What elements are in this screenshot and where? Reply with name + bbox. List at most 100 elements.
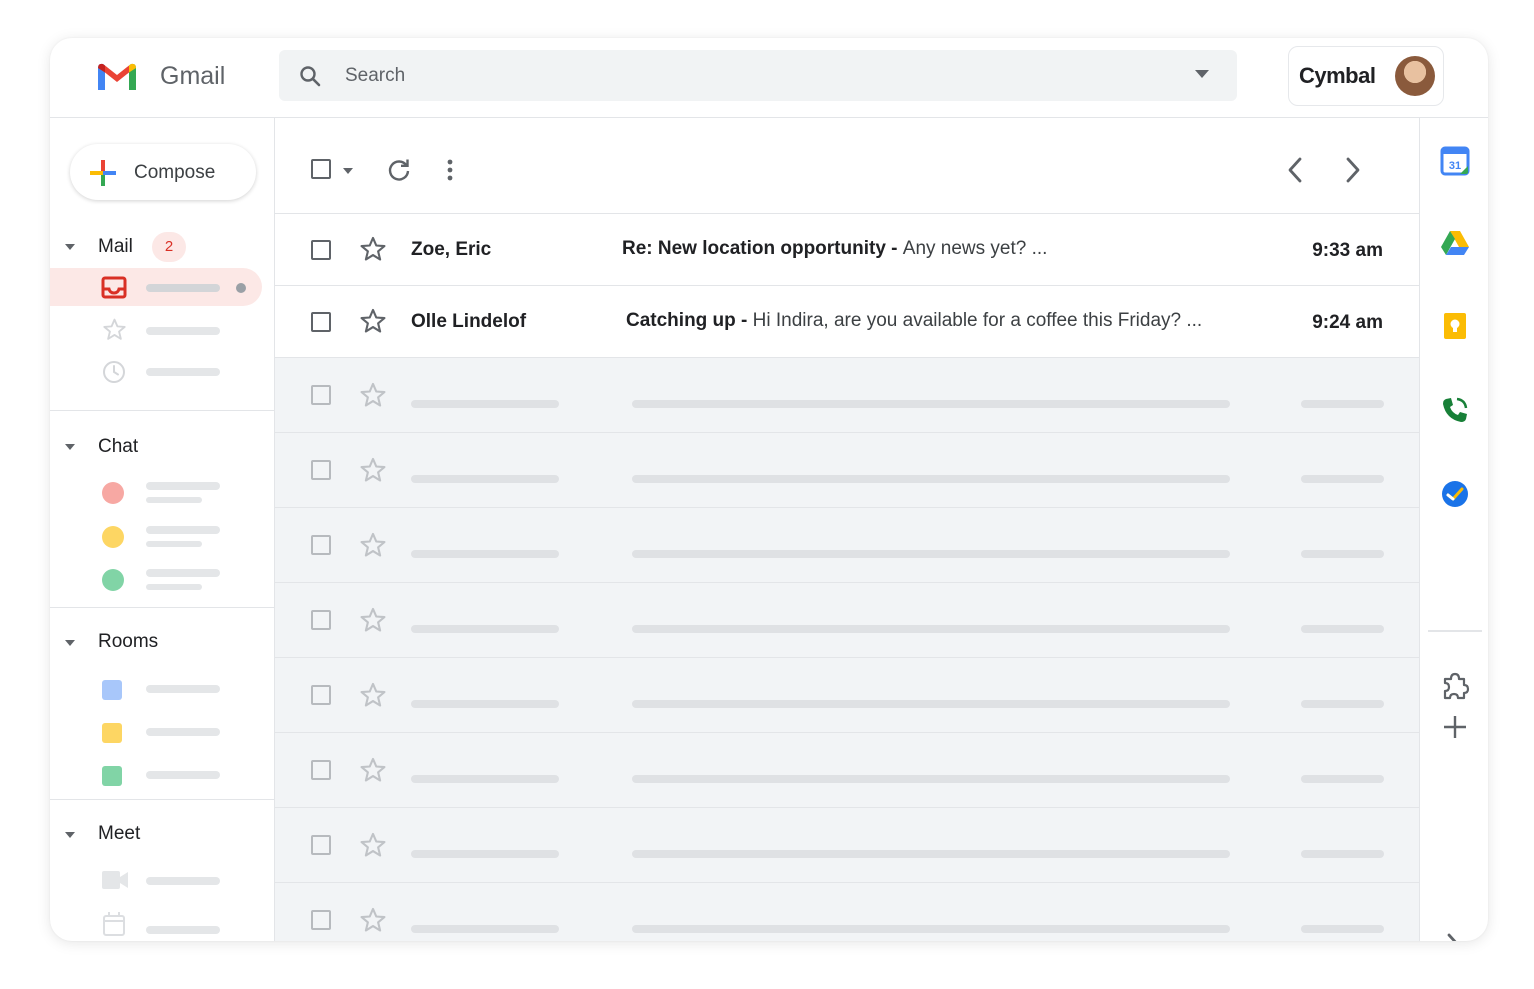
sidebar-placeholder-bar [146, 327, 220, 335]
chat-contact-avatar[interactable] [102, 482, 124, 504]
message-list: Zoe, Eric Re: New location opportunity -… [275, 214, 1419, 941]
star-icon[interactable] [359, 756, 387, 784]
meet-placeholder-bar [146, 926, 220, 934]
right-side-panel: 31 [1419, 118, 1488, 941]
subject-placeholder-bar [632, 850, 1230, 858]
search-input[interactable] [345, 63, 1145, 89]
star-icon[interactable] [359, 681, 387, 709]
subject-separator: - [885, 238, 903, 259]
calendar-event-icon[interactable] [102, 911, 126, 937]
row-checkbox[interactable] [311, 685, 331, 705]
keep-icon[interactable] [1440, 311, 1470, 341]
chevron-left-icon[interactable] [1285, 156, 1305, 184]
section-divider [50, 607, 275, 608]
more-vert-icon[interactable] [445, 158, 455, 182]
select-all-checkbox[interactable] [311, 159, 331, 179]
star-icon[interactable] [359, 381, 387, 409]
sidebar-placeholder-bar [146, 368, 220, 376]
room-icon[interactable] [102, 723, 122, 743]
table-row[interactable] [275, 733, 1419, 808]
chat-placeholder-bar [146, 541, 202, 547]
subject-separator: - [735, 310, 753, 331]
chat-placeholder-bar [146, 526, 220, 534]
add-icon[interactable] [1442, 714, 1468, 740]
star-icon[interactable] [359, 906, 387, 934]
svg-text:31: 31 [1449, 160, 1461, 172]
select-options-caret-icon[interactable] [343, 168, 353, 174]
table-row[interactable]: Zoe, Eric Re: New location opportunity -… [275, 214, 1419, 286]
row-checkbox[interactable] [311, 460, 331, 480]
avatar[interactable] [1395, 56, 1435, 96]
star-icon[interactable] [359, 307, 387, 335]
table-row[interactable] [275, 433, 1419, 508]
brand-name: Gmail [160, 62, 226, 90]
search-options-dropdown-icon[interactable] [1195, 70, 1209, 78]
chat-placeholder-bar [146, 497, 202, 503]
voice-icon[interactable] [1440, 395, 1470, 425]
chat-placeholder-bar [146, 569, 220, 577]
mail-collapse-caret-icon[interactable] [65, 244, 75, 250]
chat-section-title[interactable]: Chat [98, 436, 138, 458]
subject-placeholder-bar [632, 400, 1230, 408]
chat-placeholder-bar [146, 584, 202, 590]
row-checkbox[interactable] [311, 835, 331, 855]
account-switcher[interactable]: Cymbal [1288, 46, 1444, 106]
star-icon[interactable] [359, 531, 387, 559]
meet-collapse-caret-icon[interactable] [65, 832, 75, 838]
calendar-icon[interactable]: 31 [1440, 146, 1470, 176]
star-icon[interactable] [359, 606, 387, 634]
room-icon[interactable] [102, 766, 122, 786]
message-sender: Olle Lindelof [411, 311, 527, 332]
section-divider [50, 410, 275, 411]
meet-section-title[interactable]: Meet [98, 823, 140, 845]
time-placeholder-bar [1301, 925, 1384, 933]
account-org-logo: Cymbal [1299, 63, 1376, 88]
row-checkbox[interactable] [311, 535, 331, 555]
tasks-icon[interactable] [1440, 479, 1470, 509]
snoozed-clock-icon[interactable] [102, 360, 126, 384]
drive-icon[interactable] [1440, 228, 1470, 258]
rooms-section-title[interactable]: Rooms [98, 631, 158, 653]
row-checkbox[interactable] [311, 385, 331, 405]
row-checkbox[interactable] [311, 610, 331, 630]
refresh-icon[interactable] [386, 157, 412, 183]
room-icon[interactable] [102, 680, 122, 700]
expand-panel-chevron-icon[interactable] [1444, 932, 1464, 941]
row-checkbox[interactable] [311, 760, 331, 780]
room-placeholder-bar [146, 728, 220, 736]
star-icon[interactable] [359, 235, 387, 263]
addons-icon[interactable] [1440, 671, 1470, 701]
table-row[interactable] [275, 883, 1419, 941]
subject-placeholder-bar [632, 475, 1230, 483]
table-row[interactable] [275, 583, 1419, 658]
chevron-right-icon[interactable] [1343, 156, 1363, 184]
table-row[interactable]: Olle Lindelof Catching up - Hi Indira, a… [275, 286, 1419, 358]
row-checkbox[interactable] [311, 312, 331, 332]
search-bar[interactable] [279, 50, 1237, 101]
inbox-icon [101, 276, 127, 299]
row-checkbox[interactable] [311, 910, 331, 930]
sender-placeholder-bar [411, 925, 559, 933]
meet-placeholder-bar [146, 877, 220, 885]
video-camera-icon[interactable] [101, 869, 129, 891]
star-icon[interactable] [359, 456, 387, 484]
sender-placeholder-bar [411, 850, 559, 858]
star-icon[interactable] [359, 831, 387, 859]
chat-contact-avatar[interactable] [102, 526, 124, 548]
table-row[interactable] [275, 658, 1419, 733]
message-time: 9:33 am [1312, 240, 1383, 261]
chat-collapse-caret-icon[interactable] [65, 444, 75, 450]
row-checkbox[interactable] [311, 240, 331, 260]
gmail-logo-icon[interactable] [96, 60, 138, 92]
rooms-collapse-caret-icon[interactable] [65, 640, 75, 646]
table-row[interactable] [275, 358, 1419, 433]
chat-contact-avatar[interactable] [102, 569, 124, 591]
search-icon[interactable] [299, 65, 321, 87]
sender-placeholder-bar [411, 700, 559, 708]
table-row[interactable] [275, 808, 1419, 883]
star-icon[interactable] [102, 317, 127, 342]
mail-unread-badge: 2 [152, 232, 186, 262]
compose-button[interactable]: Compose [70, 144, 256, 200]
mail-section-title[interactable]: Mail [98, 236, 133, 258]
table-row[interactable] [275, 508, 1419, 583]
